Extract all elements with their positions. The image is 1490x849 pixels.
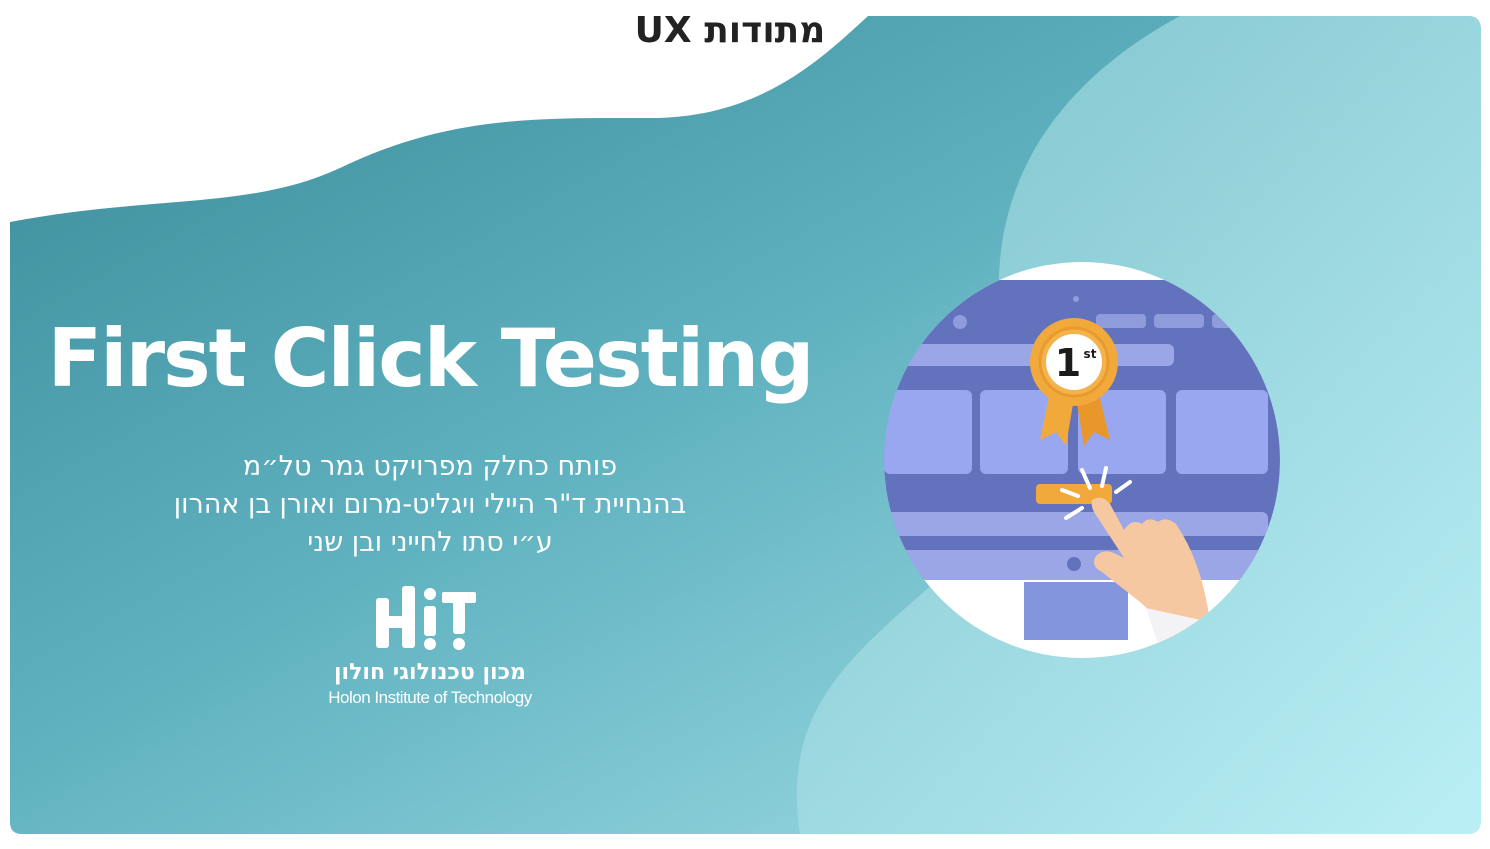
hit-logo: מכון טכנולוגי חולון Holon Institute of T… [300,576,560,716]
badge-suffix: st [1084,347,1097,361]
category-label: מתודות UX [634,10,826,51]
subtitle-line-project: פותח כחלק מפרויקט גמר טל״מ [242,451,618,482]
monitor-stand [1024,582,1128,640]
first-click-illustration: 1 st [884,262,1280,658]
screen-card [884,390,972,474]
slide: מתודות UX First Click Testing פותח כחלק … [0,0,1490,849]
subtitle-line-authors: ע״י סתו לחייני ובן שני [307,527,553,558]
badge-rank: 1 [1055,341,1081,385]
first-place-badge-icon: 1 st [1030,318,1118,406]
logo-name-hebrew: מכון טכנולוגי חולון [334,660,526,685]
subtitle-block: פותח כחלק מפרויקט גמר טל״מ בהנחיית ד"ר ה… [80,448,780,562]
screen-card [1176,390,1268,474]
slide-title: First Click Testing [47,312,815,405]
hit-logo-mark [376,586,476,650]
logo-name-english: Holon Institute of Technology [328,688,532,707]
subtitle-line-supervisors: בהנחיית ד"ר היילי ויגליט-מרום ואורן בן א… [173,489,687,520]
